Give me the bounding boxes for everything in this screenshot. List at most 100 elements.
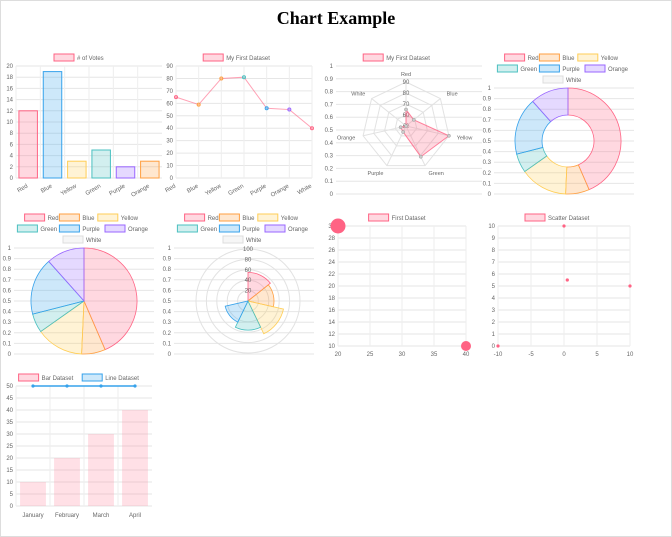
pie-chart: Red Blue Yellow Green Purple Orange White 0 0.1 0… (3, 213, 154, 358)
y-tick-label: 1 (492, 332, 496, 338)
y-tick-label: 16 (328, 308, 335, 314)
bubble-point (330, 218, 346, 234)
legend-swatch (58, 213, 80, 222)
y-tick-label: 0.8 (3, 267, 12, 273)
y-tick-label: 50 (166, 114, 173, 120)
y-tick-label: 10 (6, 120, 13, 126)
line-chart: My First Dataset 0 10 20 30 40 50 60 70 80 90 Red Bl… (164, 53, 314, 199)
r-tick-label: 20 (245, 289, 252, 295)
y-tick-label: 0.5 (483, 139, 492, 145)
legend-swatch (81, 373, 103, 382)
y-tick-label: 0.7 (483, 118, 492, 124)
x-tick-label: Blue (40, 183, 54, 195)
legend-label: Red (208, 216, 219, 222)
polar-area-chart-panel: Red Blue Yellow Green Purple Orange White 0 0.1 0… (163, 212, 324, 360)
legend-swatch (104, 224, 126, 233)
y-tick-label: 70 (166, 89, 173, 95)
y-tick-label: 0 (492, 344, 496, 350)
x-tick-label: 0 (562, 352, 566, 358)
x-tick-label: Orange (270, 183, 291, 199)
radar-axis-label: Yellow (457, 136, 473, 142)
y-tick-label: 5 (492, 284, 496, 290)
bubble-chart-panel: First Dataset 10 12 14 16 18 20 22 24 26 28 30 20 25 3… (324, 212, 484, 360)
y-tick-label: 0.6 (163, 288, 172, 294)
legend-swatch (538, 64, 560, 73)
x-tick-label: Red (164, 184, 177, 195)
y-tick-label: 9 (492, 236, 496, 242)
legend-swatch (53, 53, 75, 62)
x-tick-label: 30 (399, 352, 406, 358)
y-tick-label: 14 (6, 98, 13, 104)
y-tick-label: 0 (488, 192, 492, 198)
legend-swatch (524, 213, 546, 222)
x-tick-label: Green (85, 184, 102, 198)
scatter-point (496, 344, 500, 348)
radar-point (404, 107, 408, 112)
x-tick-label: 10 (627, 352, 634, 358)
legend-swatch (222, 235, 244, 244)
doughnut-chart: Red Blue Yellow Green Purple Orange White 0 0.1 0… (483, 53, 634, 198)
x-tick-label: White (297, 183, 314, 196)
bar-chart: # of Votes 0 2 4 6 8 10 12 14 16 18 20 Red Blue Yellow… (6, 53, 162, 199)
y-tick-label: 6 (492, 272, 496, 278)
y-tick-label: 2 (10, 165, 14, 171)
legend-label: Orange (128, 227, 149, 233)
bar (67, 160, 87, 179)
radar-point (404, 124, 408, 128)
legend-label: Red (48, 216, 59, 222)
y-tick-label: 10 (6, 480, 13, 486)
y-tick-label: 0.7 (163, 278, 172, 284)
y-tick-label: 0.2 (163, 331, 172, 337)
y-tick-label: 0 (170, 176, 174, 182)
bar (91, 149, 111, 179)
legend-label: Blue (562, 56, 575, 62)
y-tick-label: 18 (6, 75, 13, 81)
mixed-chart: Bar Dataset Line Dataset 0 5 10 15 20 25 30 35 40 4… (6, 373, 152, 519)
y-tick-label: 90 (166, 64, 173, 70)
r-tick-label: 40 (245, 278, 252, 284)
legend-label: Bar Dataset (42, 376, 74, 382)
x-tick-label: Yellow (205, 183, 223, 197)
radar-axis-label: Green (429, 171, 444, 177)
y-tick-label: 0 (168, 352, 172, 358)
legend-label: Red (528, 56, 539, 62)
legend-label: Orange (288, 227, 309, 233)
legend-swatch (202, 53, 224, 62)
y-tick-label: 4 (492, 296, 496, 302)
line-point (309, 126, 314, 131)
y-tick-label: 24 (328, 260, 335, 266)
y-tick-label: 0.6 (325, 115, 334, 121)
y-tick-label: 0 (10, 504, 14, 510)
legend-label: First Dataset (392, 216, 426, 222)
y-tick-label: 30 (6, 432, 13, 438)
y-tick-label: 0.1 (483, 181, 492, 187)
y-tick-label: 0.7 (325, 102, 334, 108)
y-tick-label: 6 (10, 142, 14, 148)
legend-label: Green (40, 227, 57, 233)
y-tick-label: 8 (492, 248, 496, 254)
x-tick-label: Green (228, 184, 245, 198)
y-tick-label: 15 (6, 468, 13, 474)
radar-chart-panel: My First Dataset 0 0.1 0.2 0.3 0.4 0.5 0.6 0.7 0.… (324, 52, 484, 200)
legend-swatch (496, 64, 518, 73)
y-tick-label: 1 (8, 246, 12, 252)
legend-swatch (58, 224, 80, 233)
legend-swatch (218, 224, 240, 233)
legend-label: Blue (242, 216, 255, 222)
radar-point (411, 117, 416, 122)
legend-swatch (542, 75, 564, 84)
legend-label: Purple (562, 67, 580, 73)
y-tick-label: 0 (10, 176, 14, 182)
x-tick-label: Yellow (60, 183, 78, 197)
line-point (65, 384, 69, 388)
y-tick-label: 0.7 (3, 278, 12, 284)
x-tick-label: March (93, 513, 110, 519)
x-tick-label: April (129, 513, 141, 519)
y-tick-label: 0.5 (325, 128, 334, 134)
page-title: Chart Example (276, 8, 396, 28)
x-tick-label: Purple (108, 183, 127, 197)
legend-swatch (362, 53, 384, 62)
y-tick-label: 0.9 (325, 77, 334, 83)
radar-point (398, 125, 403, 130)
y-tick-label: 0.6 (483, 128, 492, 134)
